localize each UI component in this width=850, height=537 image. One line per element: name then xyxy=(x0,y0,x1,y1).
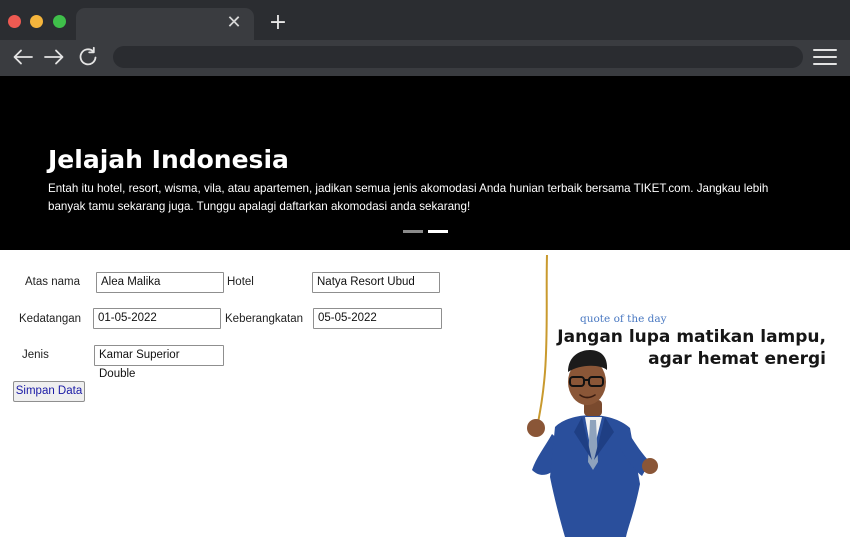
browser-tab[interactable]: ✕ xyxy=(76,8,254,40)
back-arrow-icon[interactable] xyxy=(10,44,36,70)
keberangkatan-label: Keberangkatan xyxy=(225,313,304,325)
hotel-label: Hotel xyxy=(227,276,254,288)
jenis-input[interactable]: Kamar Superior Double xyxy=(94,345,224,380)
close-tab-icon[interactable]: ✕ xyxy=(224,13,244,33)
address-bar[interactable] xyxy=(113,46,803,68)
hotel-input[interactable]: Natya Resort Ubud xyxy=(312,272,440,293)
carousel-indicator-2[interactable] xyxy=(428,230,448,233)
atas-nama-input[interactable]: Alea Malika xyxy=(96,272,224,293)
hero-banner: Jelajah Indonesia Entah itu hotel, resor… xyxy=(0,76,850,250)
hero-title: Jelajah Indonesia xyxy=(48,145,289,174)
close-window-button[interactable] xyxy=(8,15,21,28)
simpan-data-button[interactable]: Simpan Data xyxy=(13,381,85,402)
businessman-illustration xyxy=(510,252,670,537)
browser-toolbar xyxy=(0,40,850,76)
minimize-window-button[interactable] xyxy=(30,15,43,28)
forward-arrow-icon[interactable] xyxy=(41,44,67,70)
browser-tab-bar: ✕ + xyxy=(0,0,850,40)
keberangkatan-input[interactable]: 05-05-2022 xyxy=(313,308,442,329)
reload-icon[interactable] xyxy=(75,44,101,70)
carousel-indicator-1[interactable] xyxy=(403,230,423,233)
atas-nama-label: Atas nama xyxy=(25,276,80,288)
hamburger-menu-icon[interactable] xyxy=(812,46,838,68)
new-tab-button[interactable]: + xyxy=(266,11,290,35)
maximize-window-button[interactable] xyxy=(53,15,66,28)
jenis-label: Jenis xyxy=(22,349,49,361)
kedatangan-label: Kedatangan xyxy=(19,313,82,325)
hero-description: Entah itu hotel, resort, wisma, vila, at… xyxy=(48,182,769,213)
kedatangan-input[interactable]: 01-05-2022 xyxy=(93,308,221,329)
